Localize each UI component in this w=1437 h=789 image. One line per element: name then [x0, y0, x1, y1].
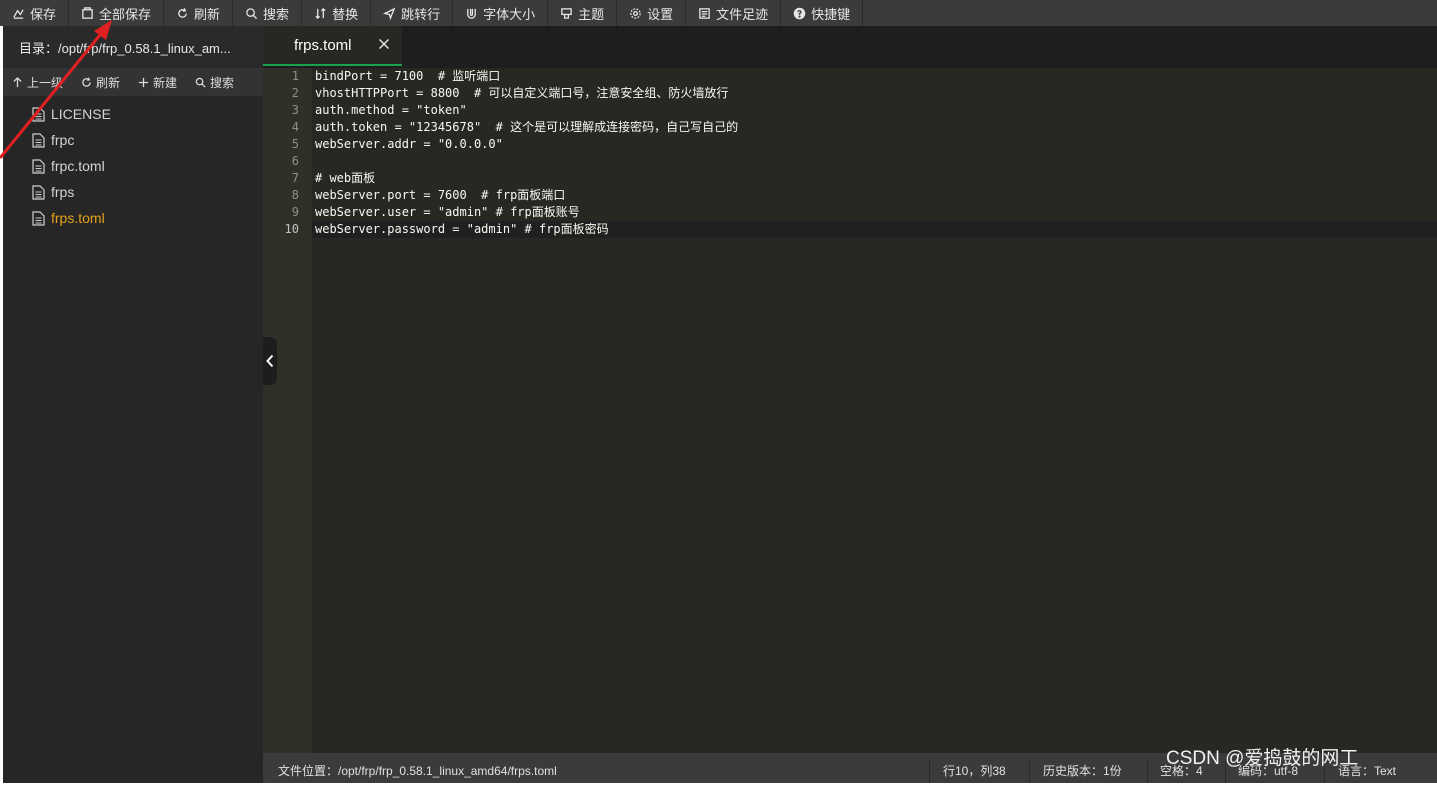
code-line[interactable]: webServer.port = 7600 # frp面板端口 — [312, 187, 1437, 204]
search-button[interactable]: 搜索 — [233, 0, 303, 26]
sidebar-search-button[interactable]: 搜索 — [186, 74, 243, 91]
line-number: 6 — [291, 154, 299, 168]
code-line[interactable]: vhostHTTPPort = 8800 # 可以自定义端口号，注意安全组、防火… — [312, 85, 1437, 102]
line-number-gutter: 1 2 3 4 5 6 7 8 9 10 — [263, 68, 312, 753]
file-name: frps — [51, 184, 75, 200]
jump-line-button[interactable]: 跳转行 — [371, 0, 454, 26]
tab-frps-toml[interactable]: frps.toml — [263, 26, 402, 66]
status-history[interactable]: 历史版本：1份 — [1043, 753, 1122, 783]
collapse-sidebar-handle[interactable] — [263, 337, 277, 385]
refresh-icon — [178, 7, 187, 18]
help-icon — [793, 7, 806, 19]
status-cursor-position[interactable]: 行10，列38 — [943, 753, 1006, 783]
line-number: 3 — [291, 103, 299, 117]
line-number: 5 — [291, 137, 299, 151]
file-name: frps.toml — [51, 210, 105, 226]
theme-label: 主题 — [578, 6, 605, 22]
shortcuts-label: 快捷键 — [811, 6, 851, 22]
editor-tab-bar: frps.toml — [263, 26, 1437, 68]
code-editor[interactable]: bindPort = 7100 # 监听端口 vhostHTTPPort = 8… — [312, 68, 1437, 753]
file-icon — [32, 210, 45, 226]
gear-icon — [630, 7, 641, 19]
file-item-frps-toml[interactable]: frps.toml — [3, 205, 263, 231]
code-line[interactable] — [312, 153, 1437, 170]
jump-line-label: 跳转行 — [401, 6, 441, 22]
watermark-text: CSDN @爱捣鼓的网工 — [1166, 748, 1359, 769]
font-size-button[interactable]: 字体大小 — [453, 0, 549, 26]
search-icon — [195, 77, 206, 88]
refresh-button[interactable]: 刷新 — [164, 0, 234, 26]
status-divider — [929, 759, 930, 783]
chevron-left-icon — [266, 354, 274, 368]
line-number: 8 — [291, 188, 299, 202]
line-number: 2 — [291, 86, 299, 100]
code-line[interactable]: webServer.user = "admin" # frp面板账号 — [312, 204, 1437, 221]
replace-icon — [315, 7, 326, 19]
line-number: 7 — [291, 171, 299, 185]
line-number: 4 — [291, 120, 299, 134]
theme-button[interactable]: 主题 — [548, 0, 618, 26]
status-file-path: 文件位置：/opt/frp/frp_0.58.1_linux_amd64/frp… — [278, 764, 557, 778]
code-line[interactable]: auth.method = "token" — [312, 102, 1437, 119]
settings-label: 设置 — [647, 6, 674, 22]
font-size-label: 字体大小 — [483, 6, 536, 22]
annotation-arrow — [0, 20, 112, 159]
code-line[interactable]: bindPort = 7100 # 监听端口 — [312, 68, 1437, 85]
line-number-current: 10 — [284, 222, 299, 236]
refresh-label: 刷新 — [194, 6, 221, 22]
history-icon — [699, 7, 710, 19]
new-file-label: 新建 — [153, 75, 178, 90]
close-icon[interactable] — [378, 38, 390, 50]
code-line-current[interactable]: webServer.password = "admin" # frp面板密码 — [312, 221, 1437, 238]
status-divider — [1029, 759, 1030, 783]
jump-icon — [383, 7, 396, 20]
search-icon — [246, 7, 258, 19]
code-line[interactable]: webServer.addr = "0.0.0.0" — [312, 136, 1437, 153]
shortcuts-button[interactable]: 快捷键 — [781, 0, 864, 26]
settings-button[interactable]: 设置 — [617, 0, 687, 26]
top-toolbar: 保存 全部保存 刷新 搜索 替换 跳转行 字体大小 主题 设置 文件足迹 快捷键 — [0, 0, 1437, 26]
theme-icon — [561, 7, 572, 19]
status-divider — [1147, 759, 1148, 783]
replace-label: 替换 — [332, 6, 359, 22]
font-size-icon — [467, 8, 476, 19]
replace-button[interactable]: 替换 — [302, 0, 372, 26]
line-number: 9 — [291, 205, 299, 219]
sidebar-search-label: 搜索 — [210, 75, 235, 90]
code-line[interactable]: # web面板 — [312, 170, 1437, 187]
search-label: 搜索 — [263, 6, 290, 22]
code-line[interactable]: auth.token = "12345678" # 这个是可以理解成连接密码，自… — [312, 119, 1437, 136]
file-icon — [32, 184, 45, 200]
line-number: 1 — [291, 69, 299, 83]
file-history-label: 文件足迹 — [716, 6, 769, 22]
file-item-frps[interactable]: frps — [3, 179, 263, 205]
tab-label: frps.toml — [294, 36, 352, 54]
file-history-button[interactable]: 文件足迹 — [686, 0, 782, 26]
